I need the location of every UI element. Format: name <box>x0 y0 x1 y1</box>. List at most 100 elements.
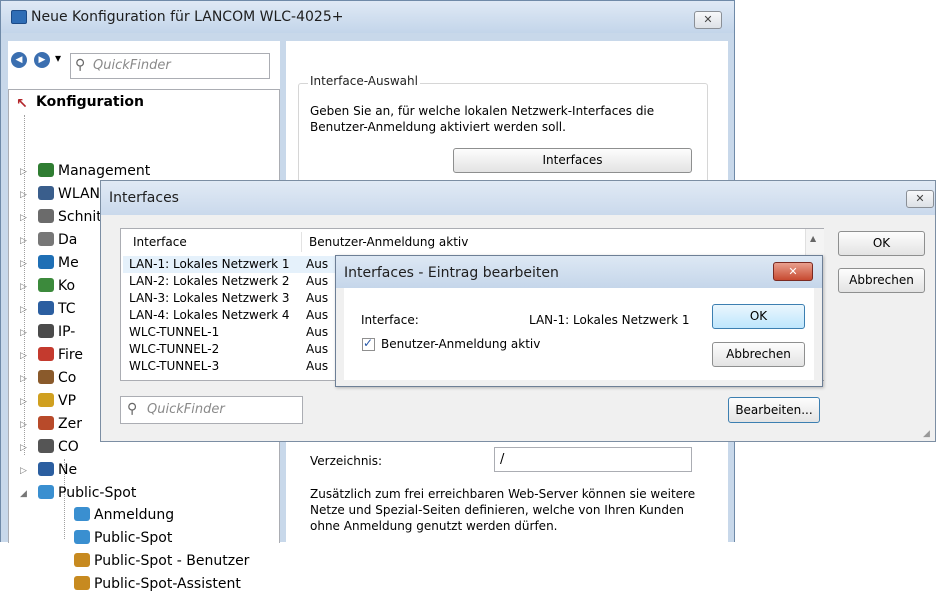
login-active-checkbox[interactable]: ✓ <box>362 336 375 351</box>
tree-item-label: Public-Spot - Benutzer <box>94 553 250 569</box>
tree-quickfinder-input[interactable]: ⚲ QuickFinder <box>70 53 270 79</box>
tree-node-icon <box>38 232 54 246</box>
interfaces-ok-button[interactable]: OK <box>838 231 925 256</box>
cell-interface: LAN-1: Lokales Netzwerk 1 <box>129 257 290 271</box>
tree-node-icon <box>38 255 54 269</box>
tree-item-label: Ne <box>58 462 78 478</box>
tree-item-label: Anmeldung <box>94 507 175 523</box>
verzeichnis-input[interactable]: / <box>494 447 692 472</box>
tree-item[interactable]: Public-Spot-Assistent <box>74 576 241 592</box>
interface-value: LAN-1: Lokales Netzwerk 1 <box>529 313 690 327</box>
extra-networks-text: Zusätzlich zum frei erreichbaren Web-Ser… <box>310 487 696 533</box>
tree-expand-icon[interactable]: ▷ <box>20 213 27 223</box>
interfaces-quickfinder-input[interactable]: ⚲ QuickFinder <box>120 396 303 424</box>
verzeichnis-value: / <box>500 452 505 467</box>
tree-node-icon <box>38 370 54 384</box>
tree-expand-icon[interactable]: ▷ <box>20 374 27 384</box>
close-icon: ✕ <box>915 192 925 205</box>
tree-node-icon <box>38 324 54 338</box>
root-config-icon: ↖ <box>16 96 28 112</box>
tree-node-icon <box>38 485 54 499</box>
tree-item[interactable]: VP <box>38 393 76 409</box>
column-header-status[interactable]: Benutzer-Anmeldung aktiv <box>309 235 468 249</box>
main-close-button[interactable]: ✕ <box>694 11 722 29</box>
tree-item[interactable]: Ko <box>38 278 75 294</box>
cell-interface: WLC-TUNNEL-1 <box>129 325 220 339</box>
tree-item[interactable]: Co <box>38 370 76 386</box>
tree-expand-icon[interactable]: ▷ <box>20 351 27 361</box>
login-active-label[interactable]: Benutzer-Anmeldung aktiv <box>381 337 540 351</box>
tree-node-icon <box>74 507 90 521</box>
tree-item[interactable]: Ne <box>38 462 77 478</box>
tree-node-icon <box>38 416 54 430</box>
tree-item-label: CO <box>58 439 79 455</box>
tree-item[interactable]: CO <box>38 439 79 455</box>
tree-item[interactable]: Fire <box>38 347 83 363</box>
tree-item[interactable]: Zer <box>38 416 82 432</box>
edit-title-bar: Interfaces - Eintrag bearbeiten ✕ <box>336 256 822 288</box>
history-dropdown-icon[interactable]: ▾ <box>55 51 61 65</box>
tree-item-label: Ko <box>58 278 76 294</box>
tree-node-icon <box>38 393 54 407</box>
tree-expand-icon[interactable]: ▷ <box>20 282 27 292</box>
edit-cancel-button[interactable]: Abbrechen <box>712 342 805 367</box>
forward-button[interactable]: ▶ <box>34 52 50 68</box>
column-header-interface[interactable]: Interface <box>133 235 187 249</box>
tree-item-label: Public-Spot <box>94 530 173 546</box>
tree-root[interactable]: ↖ Konfiguration <box>16 94 144 112</box>
tree-expand-icon[interactable]: ▷ <box>20 190 27 200</box>
edit-close-button[interactable]: ✕ <box>773 262 813 281</box>
resize-grip-icon[interactable]: ◢ <box>923 429 930 439</box>
tree-item-label: Public-Spot-Assistent <box>94 576 241 592</box>
tree-expand-icon[interactable]: ▷ <box>20 236 27 246</box>
tree-item[interactable]: IP- <box>38 324 75 340</box>
back-button[interactable]: ◀ <box>11 52 27 68</box>
tree-item[interactable]: TC <box>38 301 76 317</box>
close-icon: ✕ <box>703 13 713 26</box>
cell-interface: WLC-TUNNEL-3 <box>129 359 220 373</box>
interfaces-dialog-title: Interfaces <box>109 190 179 206</box>
interfaces-cancel-button[interactable]: Abbrechen <box>838 268 925 293</box>
back-arrow-icon: ◀ <box>15 55 23 65</box>
tree-item[interactable]: Public-Spot <box>74 530 172 546</box>
interfaces-close-button[interactable]: ✕ <box>906 190 934 208</box>
tree-node-icon <box>38 278 54 292</box>
tree-expand-icon[interactable]: ▷ <box>20 466 27 476</box>
tree-expand-icon[interactable]: ▷ <box>20 305 27 315</box>
column-divider <box>301 232 302 252</box>
tree-item-label: Fire <box>58 347 83 363</box>
tree-node-icon <box>38 209 54 223</box>
tree-item-label: TC <box>58 301 76 317</box>
tree-item-label: VP <box>58 393 77 409</box>
tree-expand-icon[interactable]: ▷ <box>20 443 27 453</box>
edit-ok-button[interactable]: OK <box>712 304 805 329</box>
tree-item[interactable]: Anmeldung <box>74 507 174 523</box>
tree-expand-icon[interactable]: ▷ <box>20 167 27 177</box>
tree-expand-icon[interactable]: ▷ <box>20 397 27 407</box>
tree-item[interactable]: Me <box>38 255 79 271</box>
tree-node-icon <box>38 347 54 361</box>
main-title-bar: Neue Konfiguration für LANCOM WLC-4025+ … <box>1 1 734 33</box>
tree-item[interactable]: Da <box>38 232 77 248</box>
cell-status: Aus <box>306 291 329 305</box>
cell-interface: LAN-2: Lokales Netzwerk 2 <box>129 274 290 288</box>
interfaces-button[interactable]: Interfaces <box>453 148 692 173</box>
tree-expand-icon[interactable]: ▷ <box>20 328 27 338</box>
tree-item[interactable]: Management <box>38 163 150 179</box>
tree-item-label: Zer <box>58 416 82 432</box>
scroll-up-icon[interactable]: ▲ <box>810 234 816 243</box>
tree-node-icon <box>74 553 90 567</box>
tree-node-icon <box>38 163 54 177</box>
tree-collapse-icon[interactable]: ◢ <box>20 489 27 499</box>
tree-expand-icon[interactable]: ▷ <box>20 420 27 430</box>
cell-status: Aus <box>306 359 329 373</box>
tree-item[interactable]: Public-Spot <box>38 485 136 501</box>
cell-interface: WLC-TUNNEL-2 <box>129 342 220 356</box>
edit-button[interactable]: Bearbeiten... <box>728 397 820 423</box>
tree-item-label: Management <box>58 163 151 179</box>
tree-expand-icon[interactable]: ▷ <box>20 259 27 269</box>
tree-quickfinder-placeholder: QuickFinder <box>93 58 171 73</box>
tree-item[interactable]: Public-Spot - Benutzer <box>74 553 249 569</box>
cell-status: Aus <box>306 308 329 322</box>
tree-item-label: Co <box>58 370 77 386</box>
